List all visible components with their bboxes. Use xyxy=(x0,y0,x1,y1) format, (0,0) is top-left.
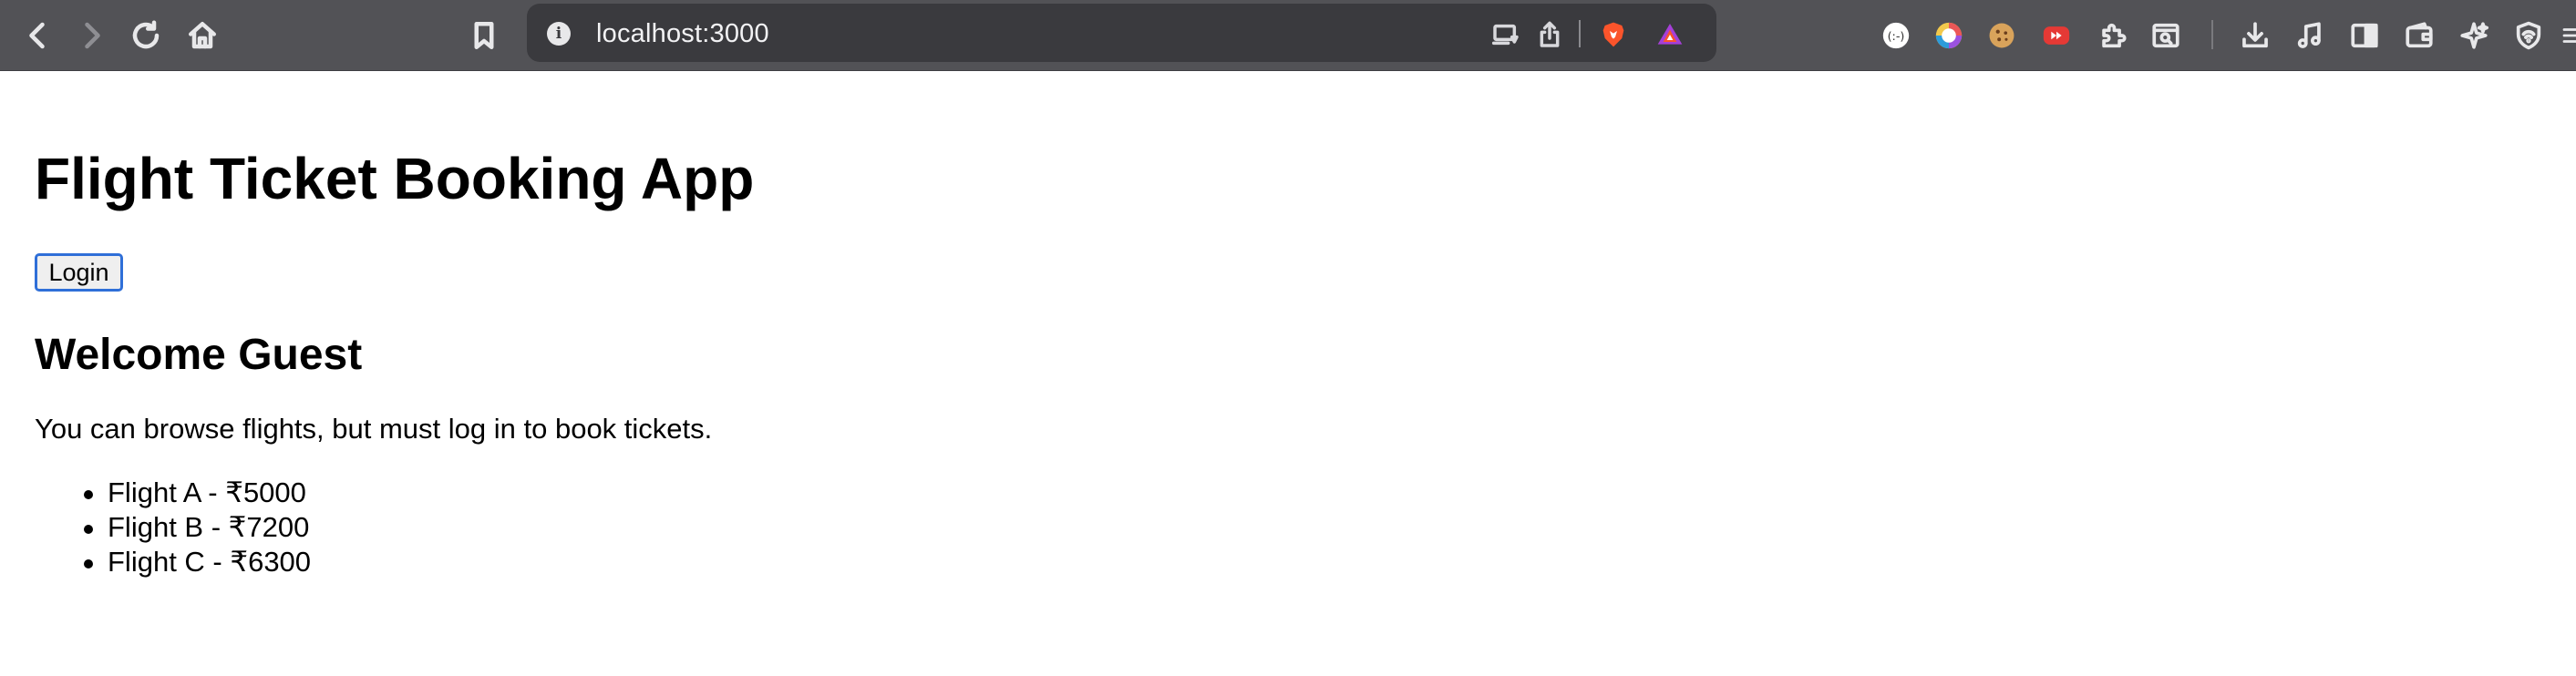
video-ext-icon[interactable] xyxy=(2036,15,2076,56)
brave-rewards-icon[interactable] xyxy=(1652,16,1688,53)
url-text[interactable]: localhost:3000 xyxy=(596,19,769,49)
back-icon[interactable] xyxy=(16,14,60,57)
extensions-puzzle-icon[interactable] xyxy=(2093,15,2133,56)
reload-icon[interactable] xyxy=(124,14,168,57)
browse-info-text: You can browse flights, but must log in … xyxy=(35,413,713,445)
page-content: Flight Ticket Booking App Login Welcome … xyxy=(0,72,2576,676)
sidebar-icon[interactable] xyxy=(2344,15,2385,56)
flight-list-item: Flight C - ₹6300 xyxy=(35,545,311,579)
page-title: Flight Ticket Booking App xyxy=(35,146,755,211)
cast-icon[interactable] xyxy=(1488,16,1524,53)
home-icon[interactable] xyxy=(180,14,224,57)
brave-shields-icon[interactable] xyxy=(1595,16,1632,53)
welcome-heading: Welcome Guest xyxy=(35,331,363,379)
flight-list-item: Flight A - ₹5000 xyxy=(35,476,311,510)
browser-toolbar: i localhost:3000 (:-) xyxy=(0,0,2576,71)
menu-icon[interactable] xyxy=(2552,15,2576,56)
bookmark-icon[interactable] xyxy=(462,14,506,57)
url-divider xyxy=(1579,20,1581,47)
forward-icon[interactable] xyxy=(69,14,113,57)
login-button[interactable]: Login xyxy=(35,253,123,292)
color-wheel-icon[interactable] xyxy=(1929,15,1969,56)
vpn-icon[interactable] xyxy=(2509,15,2549,56)
leo-ai-icon[interactable] xyxy=(2454,15,2494,56)
flight-list: Flight A - ₹5000 Flight B - ₹7200 Flight… xyxy=(35,476,311,579)
address-bar[interactable]: i localhost:3000 xyxy=(527,4,1716,62)
extension-1-icon[interactable]: (:-) xyxy=(1876,15,1916,56)
cookie-icon[interactable] xyxy=(1982,15,2022,56)
share-icon[interactable] xyxy=(1531,16,1568,53)
media-icon[interactable] xyxy=(2290,15,2330,56)
downloads-icon[interactable] xyxy=(2235,15,2275,56)
svg-text:(:-): (:-) xyxy=(1888,30,1905,44)
reader-search-icon[interactable] xyxy=(2146,15,2186,56)
wallet-icon[interactable] xyxy=(2399,15,2439,56)
flight-list-item: Flight B - ₹7200 xyxy=(35,510,311,545)
toolbar-divider xyxy=(2211,20,2213,49)
site-info-icon[interactable]: i xyxy=(547,22,571,46)
